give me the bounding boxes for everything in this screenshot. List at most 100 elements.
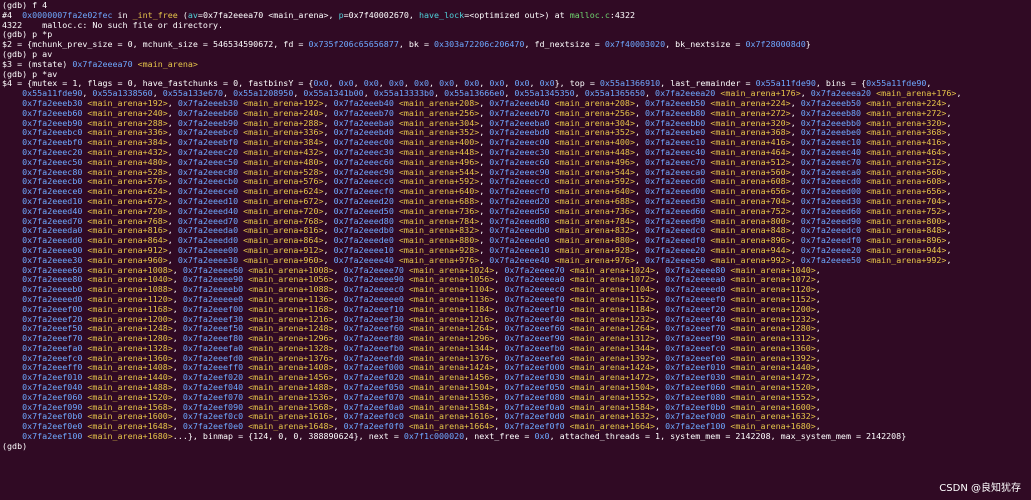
- terminal-text: <main_arena+1184>: [403, 304, 495, 314]
- terminal-text: ,: [815, 343, 821, 353]
- terminal-text: ,: [494, 383, 505, 393]
- terminal-text: ,: [494, 402, 505, 412]
- terminal-text: <main_arena+1312>: [725, 334, 816, 344]
- terminal-text: <main_arena+1376>: [243, 353, 334, 363]
- terminal-text: <main_arena+1088>: [243, 285, 334, 295]
- terminal-text: ...}, binmap = {124, 0, 0, 388890624}, n…: [172, 432, 404, 442]
- terminal-text: <main_arena+240>: [82, 108, 168, 118]
- terminal-text: 0x7fa2eef040: [22, 383, 83, 393]
- terminal-text: <main_arena+976>: [393, 255, 480, 265]
- terminal-text: 0x7fa2eeee10: [489, 245, 550, 255]
- terminal-text: ,: [479, 157, 490, 167]
- terminal-text: <main_arena+1152>: [564, 294, 656, 304]
- terminal-text: 0x7f40003020: [604, 40, 666, 50]
- terminal-text: ,: [353, 79, 364, 89]
- terminal-text: <main_arena+192>: [82, 98, 168, 108]
- terminal-text: <main_arena+656>: [861, 187, 947, 197]
- terminal-text: 0x7fa2eeec70: [800, 157, 862, 167]
- terminal-window[interactable]: (gdb) f 4 #4 0x0000007fa2e02fec in _int_f…: [2, 1, 1029, 500]
- terminal-text: ,: [494, 314, 505, 324]
- terminal-text: 0x7fa2eef070: [343, 392, 404, 402]
- terminal-text: 0x7fa2eeeea0: [665, 275, 726, 285]
- terminal-text: <main_arena+1616>: [403, 412, 495, 422]
- terminal-text: 0x7fa2eef0a0: [343, 402, 404, 412]
- terminal-text: 0x7fa2eeef80: [343, 334, 404, 344]
- terminal-text: <main_arena+688>: [393, 196, 480, 206]
- terminal-text: 0x7fa2eeefa0: [182, 343, 244, 353]
- terminal-text: }, top =: [554, 79, 600, 89]
- terminal-text: ,: [172, 294, 183, 304]
- terminal-text: ,: [634, 147, 646, 157]
- terminal-text: 0x7fa2eeee40: [489, 255, 550, 265]
- bins-line: 0x7fa2eeeb60 <main_arena+240>, 0x7fa2eee…: [2, 109, 1029, 119]
- terminal-text: 0x7fa2eeeda0: [22, 226, 83, 236]
- terminal-text: <main_arena+544>: [549, 167, 635, 177]
- terminal-text: ,: [479, 147, 490, 157]
- terminal-line: (gdb): [2, 442, 1029, 452]
- terminal-text: 0x7fa2eeebc0: [22, 128, 83, 138]
- terminal-text: <main_arena+1280>: [82, 334, 173, 344]
- terminal-text: ,: [634, 216, 646, 226]
- terminal-text: 0x7fa2eeebb0: [800, 118, 862, 128]
- terminal-text: ,: [333, 373, 344, 383]
- terminal-text: <main_arena+1616>: [243, 412, 334, 422]
- terminal-text: <main_arena+1088>: [82, 285, 173, 295]
- bins-line: 0x7fa2eef0b0 <main_arena+1600>, 0x7fa2ee…: [2, 412, 1029, 422]
- terminal-text: <main_arena+304>: [393, 118, 480, 128]
- terminal-text: <main_arena+1168>: [243, 304, 334, 314]
- bins-line: 0x7fa2eeeda0 <main_arena+816>, 0x7fa2eee…: [2, 226, 1029, 236]
- watermark: CSDN @良知犹存: [937, 483, 1023, 495]
- terminal-text: 0x7fa2eeeec0: [504, 285, 565, 295]
- terminal-text: ,: [790, 167, 801, 177]
- terminal-text: , last_remainder =: [660, 79, 756, 89]
- terminal-text: <main_arena+1568>: [243, 402, 334, 412]
- terminal-text: , bins = {: [815, 79, 867, 89]
- terminal-text: 0x7fa2eef090: [22, 402, 83, 412]
- terminal-text: in: [112, 10, 133, 20]
- terminal-text: 0x7fa2eeeb50: [645, 98, 706, 108]
- terminal-text: ,: [634, 255, 646, 265]
- terminal-text: 0x0: [464, 79, 480, 89]
- terminal-text: 0x7fa2eeed40: [177, 206, 239, 216]
- terminal-text: ,: [946, 98, 952, 108]
- terminal-text: 0x7fa2eef100: [665, 422, 726, 432]
- terminal-text: 0x7fa2eeed60: [645, 206, 706, 216]
- terminal-text: ,: [429, 79, 440, 89]
- terminal-text: 0x7fa2eeebc0: [177, 128, 239, 138]
- terminal-text: 0x7fa2eeebe0: [645, 128, 706, 138]
- terminal-text: 0x7fa2eeeee0: [343, 294, 404, 304]
- terminal-text: <main_arena+320>: [705, 118, 791, 128]
- terminal-text: ,: [167, 128, 178, 138]
- terminal-text: <main_arena+832>: [549, 226, 635, 236]
- terminal-text: (gdb): [2, 441, 33, 451]
- terminal-text: ,: [494, 353, 505, 363]
- terminal-text: 0x7fa2eeeba0: [489, 118, 550, 128]
- terminal-text: <main_arena+1536>: [403, 392, 495, 402]
- terminal-text: <main_arena+1200>: [82, 314, 173, 324]
- terminal-line: 4322 malloc.c: No such file or directory…: [2, 21, 1029, 31]
- terminal-text: <main_arena+1664>: [564, 422, 656, 432]
- terminal-text: ,: [815, 294, 821, 304]
- terminal-text: ,: [655, 275, 666, 285]
- terminal-text: ,: [479, 98, 490, 108]
- terminal-text: 0x7fa2eef0f0: [504, 422, 565, 432]
- terminal-text: <main_arena+240>: [238, 108, 324, 118]
- terminal-text: <main_arena+1648>: [82, 422, 173, 432]
- terminal-text: 0x7fa2eeefb0: [343, 343, 404, 353]
- terminal-text: <main_arena+496>: [549, 157, 635, 167]
- terminal-text: ,: [172, 363, 183, 373]
- terminal-text: ,: [479, 196, 490, 206]
- terminal-text: <main_arena+976>: [549, 255, 635, 265]
- terminal-text: ,: [333, 285, 344, 295]
- terminal-text: <main_arena+448>: [393, 147, 480, 157]
- terminal-text: ,: [946, 128, 952, 138]
- terminal-text: <main_arena+1488>: [82, 383, 173, 393]
- terminal-text: <main_arena+576>: [82, 177, 168, 187]
- terminal-text: ,: [333, 304, 344, 314]
